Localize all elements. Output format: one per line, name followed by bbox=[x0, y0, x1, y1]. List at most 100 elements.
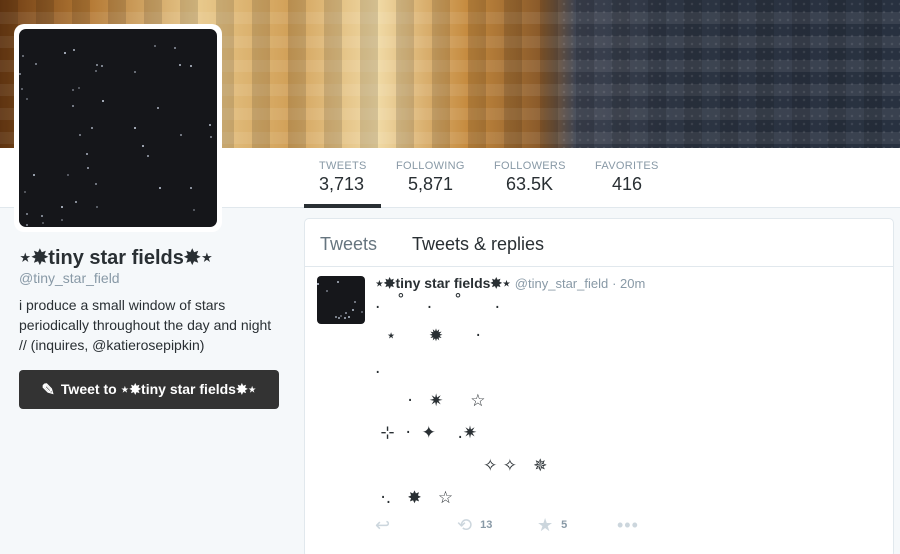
star-speck bbox=[72, 105, 74, 107]
retweet-count: 13 bbox=[480, 519, 493, 531]
bio-mention-link[interactable]: @katierosepipkin bbox=[92, 337, 200, 353]
reply-button[interactable]: ↩ bbox=[375, 515, 390, 536]
avatar-image bbox=[19, 29, 217, 227]
tweet-avatar[interactable] bbox=[317, 276, 365, 324]
star-speck bbox=[19, 73, 21, 75]
star-speck bbox=[193, 209, 195, 211]
star-speck bbox=[41, 215, 43, 217]
retweet-icon: ⟲ bbox=[457, 514, 473, 535]
star-speck bbox=[73, 49, 75, 51]
star-speck bbox=[317, 283, 319, 285]
star-speck bbox=[154, 45, 156, 47]
pen-icon: ✎ bbox=[41, 381, 55, 399]
more-icon: ••• bbox=[617, 514, 639, 535]
star-speck bbox=[22, 55, 24, 57]
star-speck bbox=[326, 290, 328, 292]
star-speck bbox=[24, 191, 26, 193]
star-speck bbox=[26, 213, 28, 215]
bio-line-1: i produce a small window of stars bbox=[19, 297, 226, 313]
stat-followers-label: FOLLOWERS bbox=[494, 160, 566, 172]
stat-tweets-label: TWEETS bbox=[319, 160, 367, 172]
star-speck bbox=[180, 134, 182, 136]
star-speck bbox=[95, 183, 97, 185]
stat-followers[interactable]: FOLLOWERS 63.5K bbox=[494, 160, 566, 195]
star-speck bbox=[75, 201, 77, 203]
star-speck bbox=[348, 316, 350, 318]
tweet-item[interactable]: ⋆✸tiny star fields✸⋆ @tiny_star_field · … bbox=[305, 267, 893, 549]
star-speck bbox=[101, 65, 103, 67]
stat-tweets[interactable]: TWEETS 3,713 bbox=[304, 160, 381, 208]
tweet-to-button[interactable]: ✎ Tweet to ⋆✸tiny star fields✸⋆ bbox=[19, 370, 279, 409]
star-speck bbox=[159, 187, 161, 189]
bio-line-3: // (inquires, @katierosepipkin) bbox=[19, 335, 289, 355]
profile-name[interactable]: ⋆✸tiny star fields✸⋆ bbox=[19, 245, 213, 270]
star-speck bbox=[134, 127, 136, 129]
star-speck bbox=[134, 71, 136, 73]
star-speck bbox=[174, 47, 176, 49]
star-speck bbox=[190, 187, 192, 189]
star-speck bbox=[35, 63, 37, 65]
star-speck bbox=[78, 87, 80, 89]
tab-tweets[interactable]: Tweets bbox=[320, 234, 377, 255]
favorite-count: 5 bbox=[561, 519, 568, 531]
more-button[interactable]: ••• bbox=[617, 515, 639, 536]
star-speck bbox=[87, 167, 89, 169]
star-speck bbox=[337, 281, 339, 283]
star-speck bbox=[338, 317, 340, 319]
tweet-to-label: Tweet to ⋆✸tiny star fields✸⋆ bbox=[60, 381, 257, 397]
star-speck bbox=[142, 145, 144, 147]
stat-following-value: 5,871 bbox=[408, 174, 454, 194]
star-speck bbox=[91, 127, 93, 129]
star-speck bbox=[352, 309, 354, 311]
banner-dark-region bbox=[560, 0, 900, 148]
tweet-timestamp[interactable]: · 20m bbox=[612, 276, 645, 291]
bio-line-3-prefix: // (inquires, bbox=[19, 337, 93, 353]
bio-line-3-suffix: ) bbox=[199, 337, 205, 353]
timeline: Tweets Tweets & replies ⋆✸tiny star fiel… bbox=[304, 218, 894, 554]
star-speck bbox=[64, 52, 66, 54]
tweet-body: ⋆✸tiny star fields✸⋆ @tiny_star_field · … bbox=[375, 275, 881, 541]
star-speck bbox=[26, 98, 28, 100]
star-speck bbox=[67, 174, 69, 176]
reply-icon: ↩ bbox=[375, 514, 391, 535]
star-speck bbox=[361, 311, 363, 313]
star-speck bbox=[79, 134, 81, 136]
star-speck bbox=[340, 315, 342, 317]
favorite-icon: ★ bbox=[537, 514, 554, 535]
star-speck bbox=[61, 206, 63, 208]
star-speck bbox=[26, 224, 28, 226]
star-speck bbox=[157, 107, 159, 109]
star-speck bbox=[209, 124, 211, 126]
timeline-tabs: Tweets Tweets & replies bbox=[305, 219, 893, 267]
star-speck bbox=[344, 317, 346, 319]
star-speck bbox=[21, 88, 23, 90]
profile-bio: i produce a small window of stars period… bbox=[19, 295, 289, 355]
star-speck bbox=[190, 65, 192, 67]
tweet-text: . ˚ . ˚ . ⋆ ✹ · . · ✷ ☆ ⊹ · ✦ .✷ ✧ ✧ ✵ ·… bbox=[375, 293, 548, 508]
star-speck bbox=[72, 89, 74, 91]
stat-favorites[interactable]: FAVORITES 416 bbox=[595, 160, 659, 195]
stat-following-label: FOLLOWING bbox=[396, 160, 465, 172]
retweet-button[interactable]: ⟲ 13 bbox=[457, 515, 492, 536]
star-speck bbox=[95, 70, 97, 72]
tweet-author-handle[interactable]: @tiny_star_field bbox=[515, 276, 608, 291]
star-speck bbox=[96, 64, 98, 66]
star-speck bbox=[33, 174, 35, 176]
star-speck bbox=[354, 301, 356, 303]
star-speck bbox=[179, 64, 181, 66]
star-speck bbox=[102, 100, 104, 102]
star-speck bbox=[86, 153, 88, 155]
star-speck bbox=[147, 155, 149, 157]
tab-tweets-and-replies[interactable]: Tweets & replies bbox=[412, 234, 544, 255]
star-speck bbox=[96, 206, 98, 208]
stat-followers-value: 63.5K bbox=[506, 174, 554, 194]
profile-handle[interactable]: @tiny_star_field bbox=[19, 270, 120, 286]
star-speck bbox=[61, 219, 63, 221]
star-speck bbox=[345, 312, 347, 314]
bio-line-2: periodically throughout the day and nigh… bbox=[19, 317, 272, 333]
profile-avatar[interactable] bbox=[14, 24, 222, 232]
stat-following[interactable]: FOLLOWING 5,871 bbox=[396, 160, 465, 195]
favorite-button[interactable]: ★ 5 bbox=[537, 515, 567, 536]
stat-tweets-value: 3,713 bbox=[319, 174, 365, 194]
stat-favorites-label: FAVORITES bbox=[595, 160, 659, 172]
